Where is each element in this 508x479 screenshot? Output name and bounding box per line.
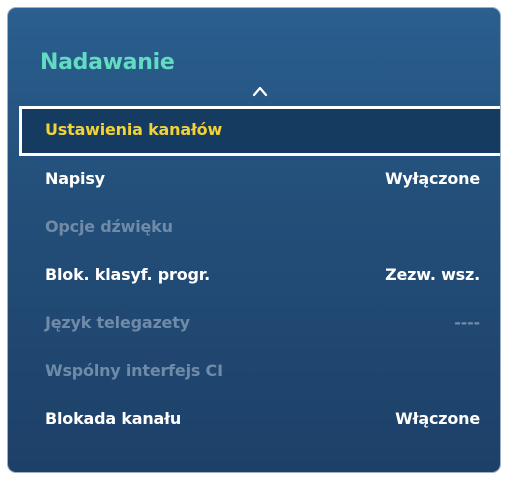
menu-title: Nadawanie	[40, 50, 175, 75]
chevron-up-icon[interactable]	[252, 84, 268, 98]
menu-item-audio-options: Opcje dźwięku	[19, 204, 500, 252]
menu-item-value: Zezw. wsz.	[385, 265, 480, 284]
menu-list: Ustawienia kanałów Napisy Wyłączone Opcj…	[19, 106, 500, 444]
menu-item-program-rating-lock[interactable]: Blok. klasyf. progr. Zezw. wsz.	[19, 252, 500, 300]
menu-item-value: Wyłączone	[384, 169, 480, 188]
menu-item-label: Blok. klasyf. progr.	[45, 265, 211, 284]
menu-item-subtitles[interactable]: Napisy Wyłączone	[19, 156, 500, 204]
menu-item-label: Wspólny interfejs CI	[45, 361, 223, 380]
menu-item-label: Ustawienia kanałów	[45, 120, 223, 139]
menu-item-value: Włączone	[395, 409, 480, 428]
menu-item-value: ----	[454, 313, 480, 332]
menu-item-label: Blokada kanału	[45, 409, 182, 428]
menu-item-common-interface: Wspólny interfejs CI	[19, 348, 500, 396]
broadcast-menu-panel: Nadawanie Ustawienia kanałów Napisy Wyłą…	[7, 7, 501, 473]
menu-item-channel-lock[interactable]: Blokada kanału Włączone	[19, 396, 500, 444]
menu-item-channel-settings[interactable]: Ustawienia kanałów	[19, 106, 500, 156]
menu-item-label: Język telegazety	[45, 313, 190, 332]
menu-item-teletext-language: Język telegazety ----	[19, 300, 500, 348]
menu-item-label: Opcje dźwięku	[45, 217, 173, 236]
menu-item-label: Napisy	[45, 169, 105, 188]
